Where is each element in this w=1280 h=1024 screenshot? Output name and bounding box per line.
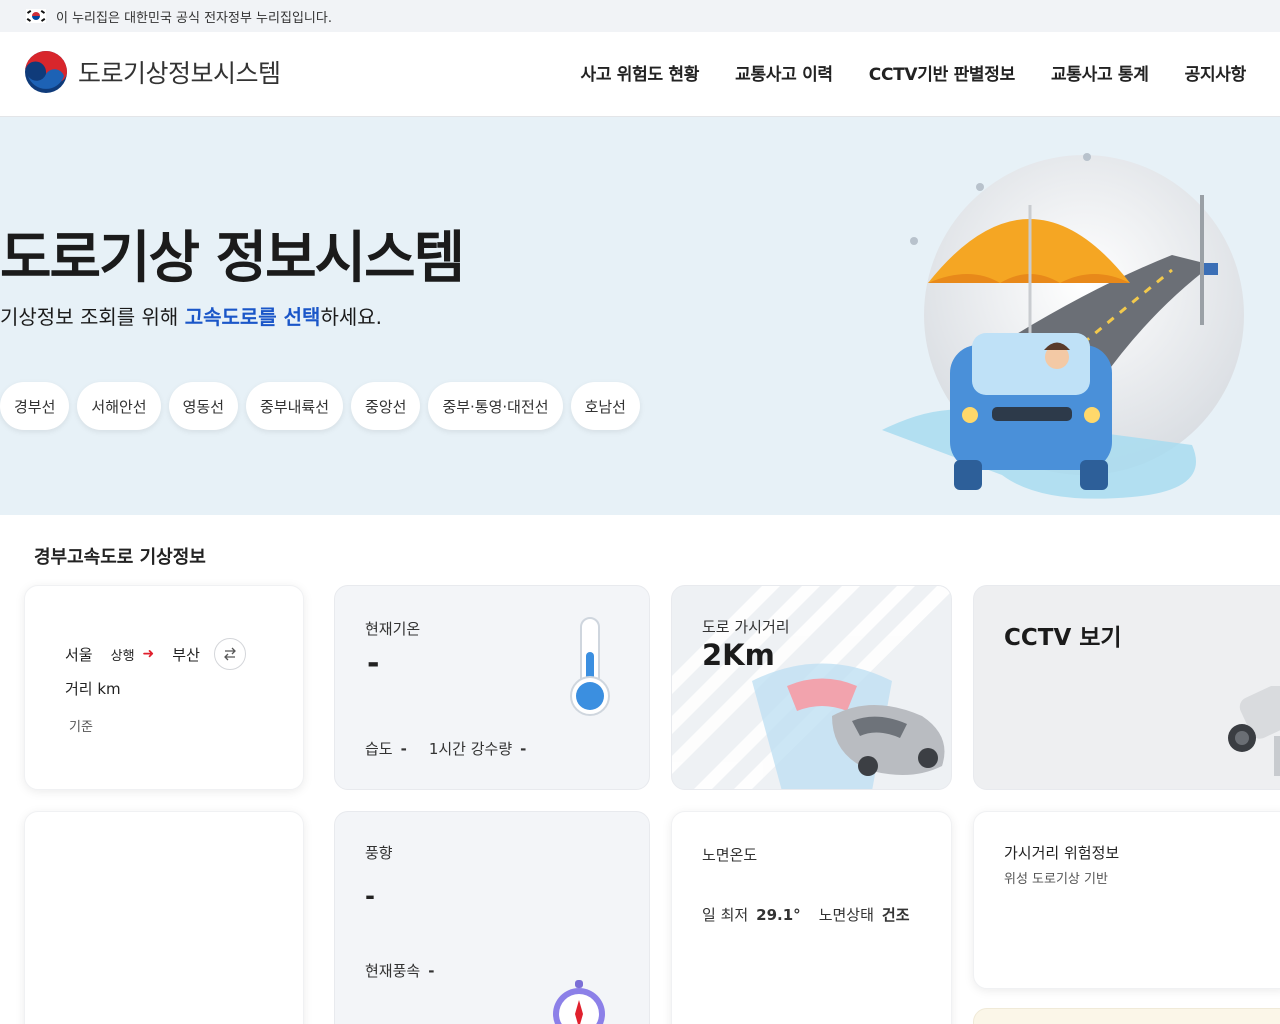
temp-value: - <box>367 646 380 681</box>
nav-accident-stats[interactable]: 교통사고 통계 <box>1051 60 1149 85</box>
wind-card: 풍향 - 현재풍속 - <box>334 811 650 1024</box>
hero-subtitle-text: 기상정보 조회를 위해 <box>0 305 185 329</box>
route-card: 서울 상행 ➜ 부산 거리 km 기준 <box>24 585 304 790</box>
arrow-right-icon: ➜ <box>142 646 155 662</box>
humidity-value: - <box>400 740 407 758</box>
road-state-label: 노면상태 <box>818 906 874 924</box>
cctv-title: CCTV 보기 <box>1004 625 1122 651</box>
thermometer-icon <box>567 616 613 722</box>
nav-notices[interactable]: 공지사항 <box>1185 60 1247 85</box>
highway-chips: 경부선 서해안선 영동선 중부내륙선 중앙선 중부·통영·대전선 호남선 <box>0 382 640 430</box>
compass-icon <box>549 980 609 1024</box>
route-destination: 부산 <box>172 645 200 664</box>
hazard-subtitle: 위성 도로기상 기반 <box>1004 872 1108 887</box>
route-origin: 서울 <box>65 645 93 664</box>
cctv-camera-icon <box>1214 680 1280 780</box>
wind-speed-value: - <box>428 962 435 980</box>
road-temp-min-label: 일 최저 <box>702 906 749 924</box>
road-temp-row: 일 최저 29.1° 노면상태 건조 <box>702 904 910 925</box>
nav-accident-history[interactable]: 교통사고 이력 <box>735 60 833 85</box>
route-row: 서울 상행 ➜ 부산 <box>65 638 246 670</box>
cctv-card[interactable]: CCTV 보기 <box>973 585 1280 790</box>
hero-subtitle: 기상정보 조회를 위해 고속도로를 선택하세요. <box>0 301 382 330</box>
temp-extra-row: 습도 - 1시간 강수량 - <box>365 738 526 759</box>
gov-banner-text: 이 누리집은 대한민국 공식 전자정부 누리집입니다. <box>56 10 332 26</box>
logo-text: 도로기상정보시스템 <box>78 59 281 88</box>
chip-seohaean[interactable]: 서해안선 <box>77 382 161 430</box>
rainfall-label: 1시간 강수량 <box>428 740 513 758</box>
hero-subtitle-highlight: 고속도로를 선택 <box>184 305 321 329</box>
section-title: 경부고속도로 기상정보 <box>34 547 206 568</box>
route-basis: 기준 <box>69 720 93 735</box>
visibility-card: 도로 가시거리 2Km <box>671 585 952 790</box>
route-distance: 거리 km <box>65 680 121 698</box>
chip-jungbu-tongyeong-daejeon[interactable]: 중부·통영·대전선 <box>428 382 563 430</box>
visibility-value: 2Km <box>702 638 775 672</box>
chip-gyeongbu[interactable]: 경부선 <box>0 382 70 430</box>
rainfall-value: - <box>520 740 527 758</box>
road-temp-label: 노면온도 <box>702 846 758 864</box>
site-header: 도로기상정보시스템 사고 위험도 현황 교통사고 이력 CCTV기반 판별정보 … <box>0 32 1280 117</box>
visibility-hazard-card[interactable]: 가시거리 위험정보 위성 도로기상 기반 <box>973 811 1280 989</box>
government-emblem-icon <box>24 50 68 94</box>
main-nav: 사고 위험도 현황 교통사고 이력 CCTV기반 판별정보 교통사고 통계 공지… <box>580 60 1246 85</box>
nav-cctv-info[interactable]: CCTV기반 판별정보 <box>869 60 1015 85</box>
hazard-title: 가시거리 위험정보 <box>1004 844 1120 862</box>
next-card <box>973 1008 1280 1024</box>
swap-direction-button[interactable] <box>213 638 246 670</box>
nav-risk-status[interactable]: 사고 위험도 현황 <box>580 60 699 85</box>
hero-title: 도로기상 정보시스템 <box>0 226 465 291</box>
road-temperature-card: 노면온도 일 최저 29.1° 노면상태 건조 <box>671 811 952 1024</box>
rainfall: 1시간 강수량 - <box>429 738 527 759</box>
wind-speed-label: 현재풍속 <box>365 962 421 980</box>
chip-jungang[interactable]: 중앙선 <box>351 382 421 430</box>
chip-honam[interactable]: 호남선 <box>570 382 640 430</box>
humidity: 습도 - <box>365 738 407 759</box>
route-direction: 상행 <box>110 648 135 664</box>
gov-banner: 이 누리집은 대한민국 공식 전자정부 누리집입니다. <box>0 0 1280 32</box>
visibility-label: 도로 가시거리 <box>702 618 790 636</box>
temperature-card: 현재기온 - 습도 - 1시간 강수량 - <box>334 585 650 790</box>
road-state-value: 건조 <box>881 906 910 924</box>
wind-direction-value: - <box>365 882 375 910</box>
empty-card <box>24 811 304 1024</box>
temp-label: 현재기온 <box>365 620 421 638</box>
korea-flag-icon <box>26 9 46 23</box>
hero-subtitle-end: 하세요. <box>320 305 383 329</box>
wind-speed-row: 현재풍속 - <box>365 960 434 981</box>
chip-yeongdong[interactable]: 영동선 <box>168 382 239 430</box>
wind-direction-label: 풍향 <box>365 844 393 862</box>
site-logo[interactable]: 도로기상정보시스템 <box>24 50 281 94</box>
hero-section: 도로기상 정보시스템 기상정보 조회를 위해 고속도로를 선택하세요. 경부선 … <box>0 117 1280 515</box>
humidity-label: 습도 <box>365 740 393 758</box>
swap-icon <box>223 647 236 661</box>
car-umbrella-illustration <box>872 145 1264 515</box>
road-temp-min-value: 29.1° <box>756 906 801 924</box>
chip-jungbu-naeryuk[interactable]: 중부내륙선 <box>246 382 344 430</box>
